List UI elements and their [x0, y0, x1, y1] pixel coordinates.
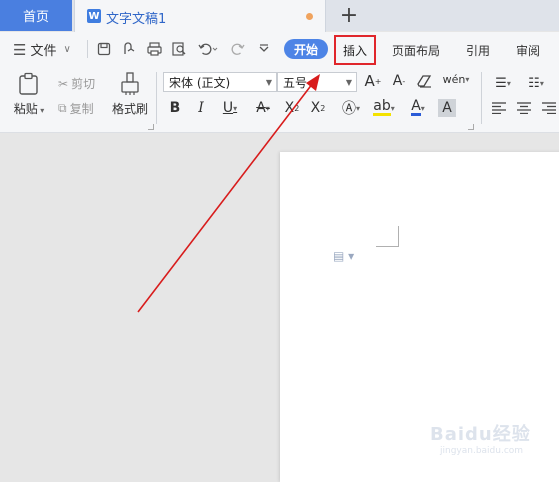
tab-document[interactable]: W 文字文稿1 [74, 0, 326, 33]
tab-page-layout[interactable]: 页面布局 [392, 42, 440, 59]
cut-label: 剪切 [71, 77, 96, 91]
grow-font-icon[interactable]: A + [362, 72, 384, 90]
menu-icon: ☰ [13, 40, 27, 59]
phonetic-icon[interactable]: wén ▾ [442, 70, 470, 88]
dropdown-arrow-icon: ▼ [345, 77, 352, 87]
file-menu-label: 文件 [30, 44, 57, 59]
margin-corner-mark [376, 226, 399, 247]
clear-format-icon[interactable] [414, 72, 436, 90]
subscript-icon[interactable]: X2 [308, 99, 328, 117]
bold-icon[interactable]: B [166, 99, 184, 117]
highlight-icon[interactable]: ab ▾ [370, 99, 398, 117]
numbered-list-icon[interactable]: ☷ ▾ [522, 74, 550, 92]
format-painter-button[interactable]: 格式刷 [108, 72, 152, 117]
tab-review[interactable]: 审阅 [516, 42, 540, 59]
more-icon[interactable] [254, 40, 274, 58]
group-launcher-icon[interactable] [468, 124, 474, 130]
paste-label: 粘贴 [13, 102, 38, 116]
paragraph-mark-icon[interactable]: ▤ ▾ [333, 249, 354, 263]
font-size-value: 五号 [283, 75, 308, 90]
char-shading-icon[interactable]: A [438, 99, 456, 117]
tab-insert[interactable]: 插入 [334, 35, 376, 65]
group-launcher-icon[interactable] [148, 124, 154, 130]
scissors-icon: ✂ [58, 76, 69, 91]
divider [156, 72, 157, 124]
format-painter-label: 格式刷 [111, 102, 148, 116]
tab-start[interactable]: 开始 [284, 39, 328, 59]
font-size-select[interactable]: 五号 ▼ [277, 72, 357, 92]
redo-icon[interactable] [228, 40, 248, 58]
export-icon[interactable] [119, 40, 139, 58]
font-name-value: 宋体 (正文) [169, 75, 231, 90]
writer-logo-icon: W [87, 9, 101, 23]
document-title: 文字文稿1 [106, 12, 167, 27]
copy-icon: ⧉ [58, 101, 67, 115]
italic-icon[interactable]: I [192, 99, 210, 117]
align-right-icon[interactable] [539, 99, 559, 117]
tab-home[interactable]: 首页 [0, 0, 72, 31]
divider [87, 40, 88, 58]
print-preview-icon[interactable] [169, 40, 189, 58]
tab-reference[interactable]: 引用 [466, 42, 490, 59]
text-effect-icon[interactable]: Ⓐ ▾ [338, 99, 364, 117]
unsaved-dot-icon [306, 13, 313, 20]
file-menu-button[interactable]: ☰ 文件 ∨ [13, 40, 71, 60]
dropdown-arrow-icon: ▼ [265, 77, 272, 87]
font-name-select[interactable]: 宋体 (正文) ▼ [163, 72, 277, 92]
copy-label: 复制 [69, 102, 94, 116]
underline-icon[interactable]: U ▾ [218, 99, 242, 117]
font-color-icon[interactable]: A ▾ [405, 99, 431, 117]
chevron-down-icon: ∨ [63, 44, 71, 55]
undo-icon[interactable] [196, 40, 220, 58]
paste-icon [18, 72, 40, 95]
divider [481, 72, 482, 124]
new-tab-button[interactable]: + [337, 3, 361, 28]
superscript-icon[interactable]: X2 [282, 99, 302, 117]
paste-button[interactable]: 粘贴 ▾ [9, 72, 49, 117]
brush-icon [119, 72, 141, 95]
watermark: Baidu经验 [430, 424, 531, 445]
save-icon[interactable] [94, 40, 114, 58]
align-center-icon[interactable] [514, 99, 534, 117]
copy-button[interactable]: ⧉ 复制 [58, 100, 94, 117]
cut-button[interactable]: ✂ 剪切 [58, 75, 95, 92]
watermark-sub: jingyan.baidu.com [440, 446, 524, 456]
print-icon[interactable] [144, 40, 164, 58]
align-left-icon[interactable] [489, 99, 509, 117]
bullet-list-icon[interactable]: ☰ ▾ [489, 74, 517, 92]
shrink-font-icon[interactable]: A- [388, 72, 410, 90]
strikethrough-icon[interactable]: A ▾ [250, 99, 276, 117]
